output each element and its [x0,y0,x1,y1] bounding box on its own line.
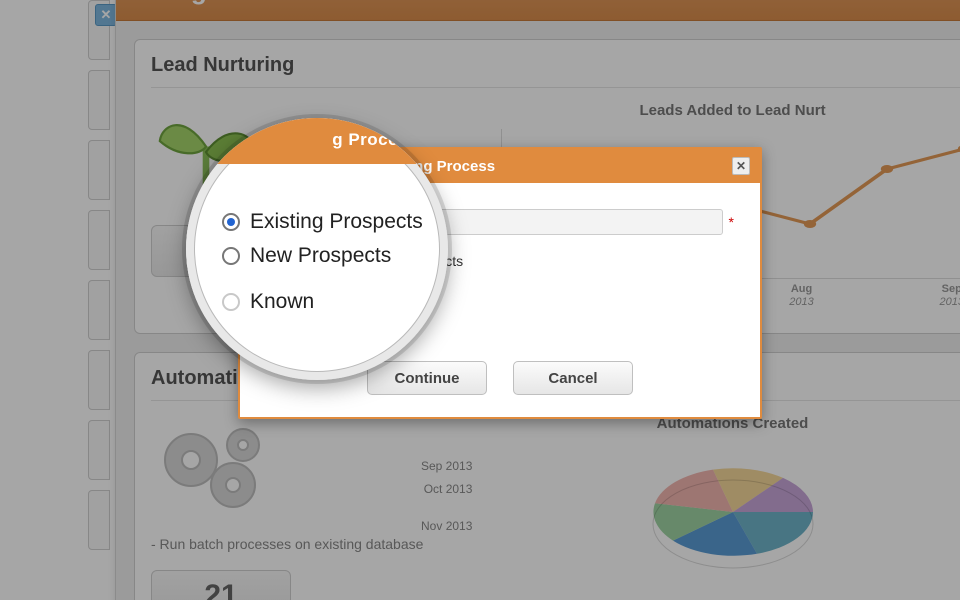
radio-both[interactable]: Both [326,327,734,343]
dialog-title: Configure Lead Nurturing Process [250,158,495,175]
prospect-type-group: Existing Prospects New Prospects [326,253,734,291]
radio-existing-prospects[interactable]: Existing Prospects [326,253,734,269]
radio-new-prospects[interactable]: New Prospects [326,275,734,291]
identity-type-group: Known Both [326,305,734,343]
name-field-row: * [306,209,734,235]
required-indicator: * [729,214,734,230]
process-name-input[interactable] [306,209,723,235]
configure-process-dialog: Configure Lead Nurturing Process ✕ * Exi… [238,147,762,419]
radio-known[interactable]: Known [326,305,734,321]
continue-button[interactable]: Continue [367,361,487,395]
dialog-title-bar: Configure Lead Nurturing Process ✕ [240,149,760,183]
cancel-button[interactable]: Cancel [513,361,633,395]
close-icon[interactable]: ✕ [732,157,750,175]
